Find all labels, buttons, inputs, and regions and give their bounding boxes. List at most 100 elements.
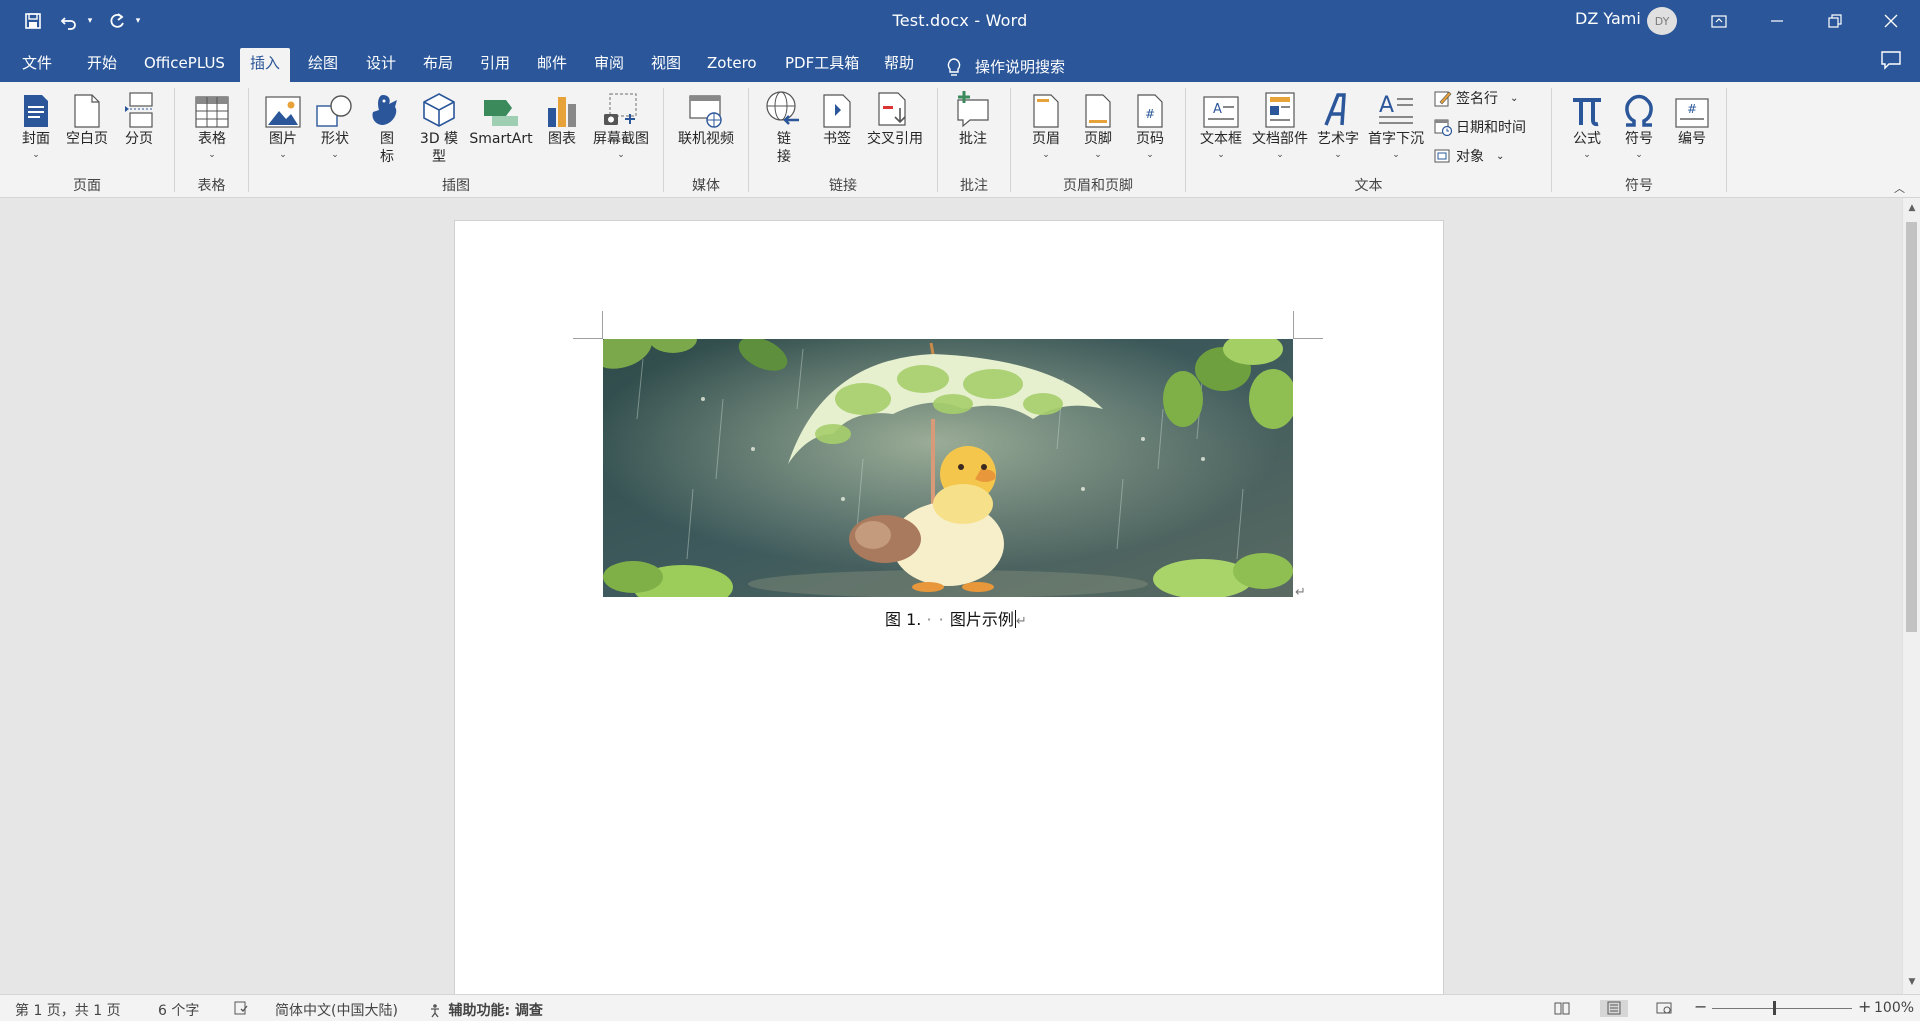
chevron-down-icon: ⌄ xyxy=(331,150,339,160)
language-indicator[interactable]: 简体中文(中国大陆) xyxy=(275,1000,398,1020)
3d-models-button[interactable]: 3D 模 型 xyxy=(414,88,464,166)
figure-caption[interactable]: 图 1. · · 图片示例 ↵ xyxy=(885,606,1027,630)
tab-zotero[interactable]: Zotero xyxy=(697,50,767,82)
print-layout-button[interactable] xyxy=(1600,1000,1628,1017)
crop-mark xyxy=(1293,311,1294,339)
scrollbar-thumb[interactable] xyxy=(1906,222,1917,632)
signature-line-button[interactable]: 签名行 ⌄ xyxy=(1434,88,1518,108)
chevron-down-icon: ⌄ xyxy=(617,150,625,160)
tab-references[interactable]: 引用 xyxy=(470,50,520,82)
cover-page-button[interactable]: 封面 ⌄ xyxy=(16,88,56,160)
restore-button[interactable] xyxy=(1812,0,1858,42)
figure-image[interactable] xyxy=(603,339,1293,597)
bookmark-button[interactable]: 书签 xyxy=(816,88,858,148)
crop-mark xyxy=(573,338,603,339)
footer-button[interactable]: 页脚 ⌄ xyxy=(1078,88,1118,160)
zoom-in-icon[interactable]: + xyxy=(1858,997,1871,1016)
header-button[interactable]: 页眉 ⌄ xyxy=(1026,88,1066,160)
paragraph-mark-icon: ↵ xyxy=(1015,614,1027,629)
chart-label: 图表 xyxy=(548,131,576,147)
tell-me-label: 操作说明搜索 xyxy=(975,58,1066,76)
wordart-label: 艺术字 xyxy=(1317,131,1359,147)
cover-page-label: 封面 xyxy=(22,131,50,147)
web-layout-button[interactable] xyxy=(1656,1000,1672,1017)
crop-mark xyxy=(602,311,603,339)
signature-line-label: 签名行 xyxy=(1456,91,1498,107)
tab-draw[interactable]: 绘图 xyxy=(298,50,348,82)
page-break-button[interactable]: 分页 xyxy=(118,88,160,148)
tell-me-search[interactable]: 操作说明搜索 xyxy=(945,56,1065,77)
signature-line-icon xyxy=(1434,91,1452,107)
quick-parts-button[interactable]: 文档部件 ⌄ xyxy=(1248,88,1312,160)
tab-pdf-toolbox[interactable]: PDF工具箱 xyxy=(775,50,869,82)
ribbon-display-options-button[interactable] xyxy=(1696,0,1742,42)
document-page[interactable]: ↵ 图 1. · · 图片示例 ↵ xyxy=(454,220,1444,994)
zoom-slider-track[interactable] xyxy=(1712,1008,1852,1009)
shapes-label: 形状 xyxy=(321,131,349,147)
tab-help[interactable]: 帮助 xyxy=(874,50,924,82)
tab-mailings[interactable]: 邮件 xyxy=(527,50,577,82)
scroll-up-icon[interactable]: ▲ xyxy=(1903,200,1920,216)
group-label-header-footer: 页眉和页脚 xyxy=(1063,178,1133,194)
shapes-button[interactable]: 形状 ⌄ xyxy=(314,88,356,160)
crop-mark xyxy=(1293,338,1323,339)
cross-reference-label: 交叉引用 xyxy=(867,131,923,147)
chart-button[interactable]: 图表 xyxy=(540,88,584,148)
picture-button[interactable]: 图片 ⌄ xyxy=(262,88,304,160)
word-count[interactable]: 6 个字 xyxy=(158,1000,199,1020)
page-count[interactable]: 第 1 页，共 1 页 xyxy=(15,1000,121,1020)
cross-reference-button[interactable]: 交叉引用 xyxy=(862,88,928,148)
blank-page-button[interactable]: 空白页 xyxy=(62,88,112,148)
tab-view[interactable]: 视图 xyxy=(641,50,691,82)
scroll-down-icon[interactable]: ▼ xyxy=(1903,974,1920,990)
chevron-down-icon: ⌄ xyxy=(1392,150,1400,160)
screenshot-button[interactable]: 屏幕截图 ⌄ xyxy=(588,88,654,160)
avatar[interactable]: DY xyxy=(1647,7,1677,35)
chevron-down-icon: ⌄ xyxy=(208,150,216,160)
wordart-button[interactable]: 艺术字 ⌄ xyxy=(1314,88,1362,160)
close-button[interactable] xyxy=(1868,0,1914,42)
tab-review[interactable]: 审阅 xyxy=(584,50,634,82)
new-comment-button[interactable]: 批注 xyxy=(952,88,994,148)
caption-text: 图片示例 xyxy=(949,610,1014,629)
document-canvas[interactable]: ↵ 图 1. · · 图片示例 ↵ xyxy=(0,198,1902,994)
icons-button[interactable]: 图 标 xyxy=(366,88,408,166)
zoom-slider-thumb[interactable] xyxy=(1773,1001,1776,1015)
quick-parts-icon xyxy=(1265,92,1295,128)
svg-text:#: # xyxy=(1145,107,1155,121)
link-button[interactable]: 链 接 xyxy=(764,88,804,166)
text-box-button[interactable]: A 文本框 ⌄ xyxy=(1196,88,1246,160)
chevron-down-icon: ⌄ xyxy=(1496,150,1505,162)
bookmark-icon xyxy=(823,94,851,128)
accessibility-checker[interactable]: 辅助功能: 调查 xyxy=(428,1000,543,1020)
equation-button[interactable]: 公式 ⌄ xyxy=(1566,88,1608,160)
zoom-level[interactable]: 100% xyxy=(1874,1000,1914,1016)
page-number-button[interactable]: # 页码 ⌄ xyxy=(1130,88,1170,160)
shapes-icon xyxy=(316,95,352,127)
drop-cap-button[interactable]: A 首字下沉 ⌄ xyxy=(1364,88,1428,160)
proofing-icon[interactable] xyxy=(233,1000,249,1017)
chevron-down-icon: ⌄ xyxy=(32,150,40,160)
footer-icon xyxy=(1085,94,1111,128)
numbering-button[interactable]: # 编号 xyxy=(1670,88,1714,148)
tab-design[interactable]: 设计 xyxy=(356,50,406,82)
online-video-button[interactable]: 联机视频 xyxy=(674,88,738,148)
zoom-out-icon[interactable]: − xyxy=(1694,997,1707,1016)
smartart-button[interactable]: SmartArt xyxy=(466,88,536,148)
date-time-button[interactable]: 日期和时间 xyxy=(1434,117,1526,137)
symbol-button[interactable]: 符号 ⌄ xyxy=(1618,88,1660,160)
table-button[interactable]: 表格 ⌄ xyxy=(190,88,234,160)
tab-file[interactable]: 文件 xyxy=(12,50,62,82)
tab-officeplus[interactable]: OfficePLUS xyxy=(134,50,235,82)
minimize-button[interactable] xyxy=(1754,0,1800,42)
read-mode-button[interactable] xyxy=(1554,1000,1570,1017)
user-name[interactable]: DZ Yami xyxy=(1575,9,1641,28)
tab-insert[interactable]: 插入 xyxy=(240,48,291,82)
tab-home[interactable]: 开始 xyxy=(77,50,127,82)
table-icon xyxy=(195,96,229,128)
tab-layout[interactable]: 布局 xyxy=(413,50,463,82)
object-button[interactable]: 对象 ⌄ xyxy=(1434,146,1504,166)
comments-icon[interactable] xyxy=(1880,50,1902,70)
collapse-ribbon-icon[interactable]: ︿ xyxy=(1894,180,1905,196)
vertical-scrollbar[interactable]: ▲ ▼ xyxy=(1902,198,1920,994)
